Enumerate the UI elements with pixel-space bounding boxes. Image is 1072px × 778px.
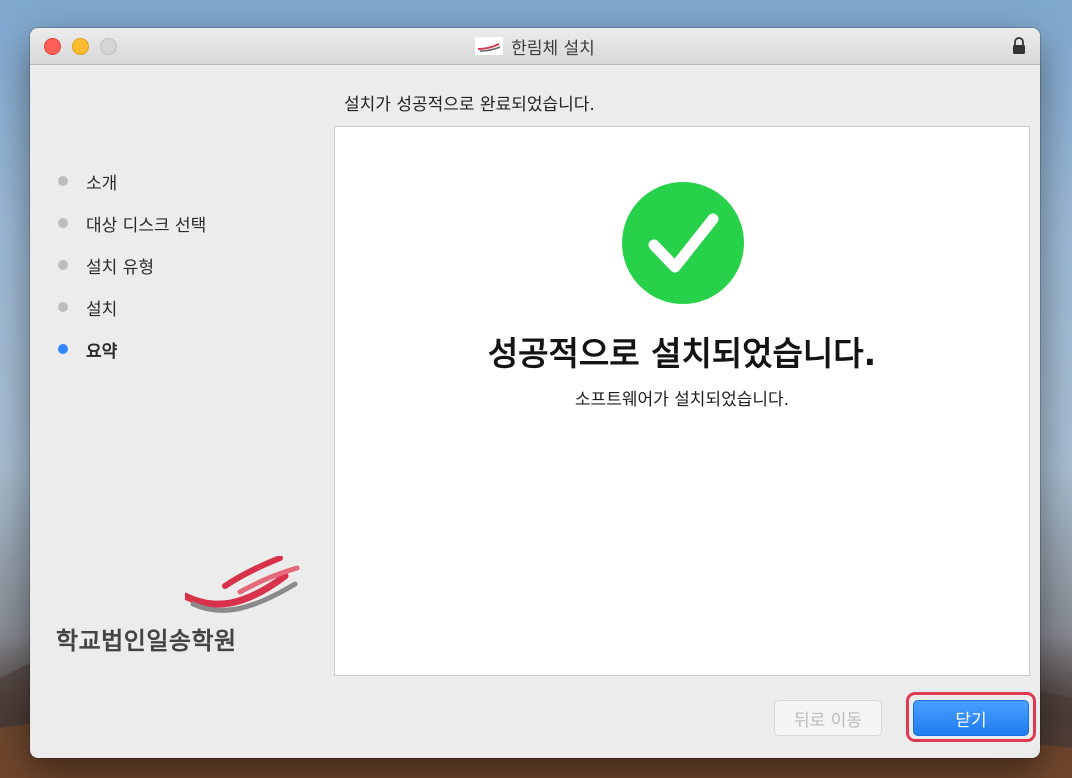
step-label: 요약 — [86, 341, 118, 362]
step-label: 설치 유형 — [86, 257, 154, 278]
school-logo-icon — [185, 556, 300, 613]
step-dot — [58, 260, 68, 270]
step-introduction: 소개 — [58, 160, 206, 202]
summary-panel: 성공적으로 설치되었습니다. 소프트웨어가 설치되었습니다. — [334, 126, 1030, 676]
step-dot — [58, 176, 68, 186]
header-message: 설치가 성공적으로 완료되었습니다. — [344, 95, 595, 115]
step-label: 소개 — [86, 173, 118, 194]
step-summary: 요약 — [58, 328, 206, 370]
school-logo-text: 학교법인일송학원 — [56, 627, 237, 655]
step-dot — [58, 218, 68, 228]
step-dot — [58, 302, 68, 312]
installer-steps: 소개 대상 디스크 선택 설치 유형 설치 요약 — [58, 160, 206, 370]
step-label: 대상 디스크 선택 — [86, 215, 207, 236]
step-label: 설치 — [86, 299, 118, 320]
installer-window: 한림체 설치 설치가 성공적으로 완료되었습니다. 소개 대상 디스크 선택 설… — [30, 28, 1040, 758]
back-button[interactable]: 뒤로 이동 — [774, 700, 882, 736]
step-destination: 대상 디스크 선택 — [58, 202, 206, 244]
window-title: 한림체 설치 — [511, 38, 595, 59]
lock-icon — [1013, 37, 1025, 54]
success-title: 성공적으로 설치되었습니다. — [487, 334, 877, 373]
package-icon — [475, 37, 504, 55]
title-bar: 한림체 설치 — [30, 28, 1040, 65]
step-installation: 설치 — [58, 286, 206, 328]
step-dot-active — [58, 344, 68, 354]
step-installation-type: 설치 유형 — [58, 244, 206, 286]
success-subtitle: 소프트웨어가 설치되었습니다. — [574, 390, 790, 410]
checkmark-circle-icon — [622, 182, 744, 304]
close-button[interactable]: 닫기 — [913, 700, 1029, 736]
